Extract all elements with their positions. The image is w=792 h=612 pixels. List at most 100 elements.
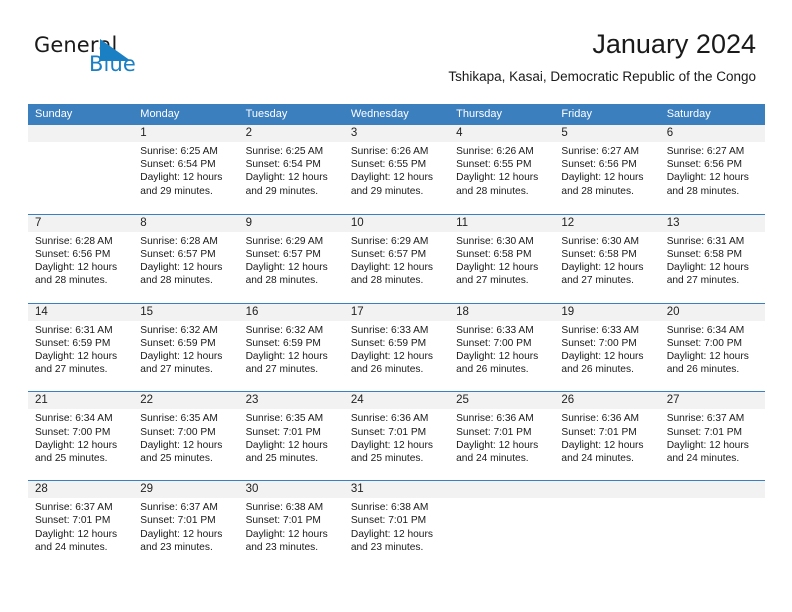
- daylight-text-line2: and 27 minutes.: [140, 364, 213, 376]
- day-details: Sunrise: 6:33 AM Sunset: 6:59 PM Dayligh…: [344, 321, 449, 377]
- day-cell[interactable]: 25 Sunrise: 6:36 AM Sunset: 7:01 PM Dayl…: [449, 392, 555, 481]
- day-cell[interactable]: 15 Sunrise: 6:32 AM Sunset: 6:59 PM Dayl…: [133, 303, 239, 392]
- day-cell[interactable]: 10 Sunrise: 6:29 AM Sunset: 6:57 PM Dayl…: [343, 214, 450, 303]
- day-cell[interactable]: 4 Sunrise: 6:26 AM Sunset: 6:55 PM Dayli…: [449, 125, 555, 214]
- day-cell[interactable]: 13 Sunrise: 6:31 AM Sunset: 6:58 PM Dayl…: [659, 214, 765, 303]
- day-details: Sunrise: 6:33 AM Sunset: 7:00 PM Dayligh…: [554, 321, 659, 377]
- day-number-band: [659, 481, 765, 499]
- day-cell[interactable]: 2 Sunrise: 6:25 AM Sunset: 6:54 PM Dayli…: [238, 125, 344, 214]
- sunset-text: Sunset: 7:01 PM: [561, 426, 637, 438]
- day-number: 2: [245, 127, 252, 139]
- daylight-text-line1: Daylight: 12 hours: [666, 262, 749, 274]
- day-number-band: 26: [554, 392, 660, 410]
- day-cell[interactable]: 3 Sunrise: 6:26 AM Sunset: 6:55 PM Dayli…: [343, 125, 450, 214]
- day-cell[interactable]: 27 Sunrise: 6:37 AM Sunset: 7:01 PM Dayl…: [659, 392, 765, 481]
- calendar-grid: Sunday Monday Tuesday Wednesday Thursday…: [28, 104, 765, 569]
- day-cell[interactable]: 17 Sunrise: 6:33 AM Sunset: 6:59 PM Dayl…: [343, 303, 450, 392]
- day-number: 25: [456, 394, 469, 407]
- day-cell: [449, 481, 555, 569]
- week-row: 1 Sunrise: 6:25 AM Sunset: 6:54 PM Dayli…: [28, 125, 765, 214]
- day-cell[interactable]: 7 Sunrise: 6:28 AM Sunset: 6:56 PM Dayli…: [28, 214, 134, 303]
- day-cell[interactable]: 11 Sunrise: 6:30 AM Sunset: 6:58 PM Dayl…: [449, 214, 555, 303]
- page-subtitle: Tshikapa, Kasai, Democratic Republic of …: [448, 69, 756, 84]
- day-cell[interactable]: 14 Sunrise: 6:31 AM Sunset: 6:59 PM Dayl…: [28, 303, 134, 392]
- daylight-text-line1: Daylight: 12 hours: [245, 439, 328, 451]
- sunrise-text: Sunrise: 6:32 AM: [140, 324, 218, 336]
- weekday-header-row: Sunday Monday Tuesday Wednesday Thursday…: [28, 104, 765, 125]
- daylight-text-line2: and 26 minutes.: [666, 364, 740, 376]
- sunrise-text: Sunrise: 6:37 AM: [35, 502, 113, 514]
- day-number-band: 2: [238, 125, 344, 142]
- daylight-text-line1: Daylight: 12 hours: [666, 172, 749, 184]
- day-cell[interactable]: 22 Sunrise: 6:35 AM Sunset: 7:00 PM Dayl…: [133, 392, 239, 481]
- day-number: 20: [666, 305, 680, 318]
- day-cell[interactable]: 5 Sunrise: 6:27 AM Sunset: 6:56 PM Dayli…: [554, 125, 660, 214]
- day-cell[interactable]: 12 Sunrise: 6:30 AM Sunset: 6:58 PM Dayl…: [554, 214, 660, 303]
- day-cell[interactable]: 9 Sunrise: 6:29 AM Sunset: 6:57 PM Dayli…: [238, 214, 344, 303]
- daylight-text-line1: Daylight: 12 hours: [140, 528, 223, 540]
- day-cell[interactable]: 19 Sunrise: 6:33 AM Sunset: 7:00 PM Dayl…: [554, 303, 660, 392]
- daylight-text-line1: Daylight: 12 hours: [666, 351, 749, 362]
- daylight-text-line1: Daylight: 12 hours: [140, 351, 223, 362]
- weekday-header-friday: Friday: [561, 108, 592, 120]
- day-number-band: 8: [133, 214, 239, 232]
- day-number: 12: [561, 216, 575, 229]
- day-cell[interactable]: 26 Sunrise: 6:36 AM Sunset: 7:01 PM Dayl…: [554, 392, 660, 481]
- day-number-band: 23: [238, 392, 344, 410]
- daylight-text-line2: and 24 minutes.: [561, 453, 634, 464]
- day-cell[interactable]: 28 Sunrise: 6:37 AM Sunset: 7:01 PM Dayl…: [28, 481, 134, 569]
- day-cell[interactable]: 24 Sunrise: 6:36 AM Sunset: 7:01 PM Dayl…: [343, 392, 450, 481]
- day-cell[interactable]: 23 Sunrise: 6:35 AM Sunset: 7:01 PM Dayl…: [238, 392, 344, 481]
- day-number: 23: [245, 394, 259, 407]
- daylight-text-line2: and 25 minutes.: [245, 453, 319, 464]
- sunrise-text: Sunrise: 6:36 AM: [456, 413, 534, 425]
- daylight-text-line2: and 24 minutes.: [456, 453, 529, 464]
- daylight-text-line1: Daylight: 12 hours: [666, 439, 749, 451]
- daylight-text-line1: Daylight: 12 hours: [245, 528, 328, 540]
- weekday-header-monday: Monday: [140, 108, 180, 120]
- day-cell[interactable]: 18 Sunrise: 6:33 AM Sunset: 7:00 PM Dayl…: [449, 303, 555, 392]
- day-cell[interactable]: 30 Sunrise: 6:38 AM Sunset: 7:01 PM Dayl…: [238, 481, 344, 569]
- sunrise-text: Sunrise: 6:28 AM: [140, 235, 218, 247]
- sunrise-text: Sunrise: 6:27 AM: [561, 146, 639, 157]
- sunset-text: Sunset: 7:01 PM: [350, 515, 427, 527]
- day-cell[interactable]: 8 Sunrise: 6:28 AM Sunset: 6:57 PM Dayli…: [133, 214, 239, 303]
- day-details: Sunrise: 6:30 AM Sunset: 6:58 PM Dayligh…: [554, 232, 659, 288]
- day-details: Sunrise: 6:28 AM Sunset: 6:56 PM Dayligh…: [28, 232, 133, 288]
- day-details: Sunrise: 6:37 AM Sunset: 7:01 PM Dayligh…: [660, 409, 765, 465]
- day-number: 17: [350, 305, 364, 318]
- day-details: [660, 498, 765, 501]
- day-number-band: 13: [659, 214, 765, 232]
- day-number-band: 21: [28, 392, 134, 410]
- daylight-text-line1: Daylight: 12 hours: [456, 351, 539, 362]
- day-cell[interactable]: 21 Sunrise: 6:34 AM Sunset: 7:00 PM Dayl…: [28, 392, 134, 481]
- day-cell[interactable]: 31 Sunrise: 6:38 AM Sunset: 7:01 PM Dayl…: [343, 481, 450, 569]
- sunset-text: Sunset: 7:01 PM: [456, 426, 532, 438]
- day-number-band: 4: [449, 125, 555, 142]
- day-number: 29: [140, 483, 154, 496]
- day-details: Sunrise: 6:36 AM Sunset: 7:01 PM Dayligh…: [344, 409, 449, 465]
- daylight-text-line2: and 28 minutes.: [666, 185, 740, 197]
- day-details: Sunrise: 6:34 AM Sunset: 7:00 PM Dayligh…: [28, 409, 133, 465]
- daylight-text-line2: and 28 minutes.: [245, 275, 319, 287]
- day-cell[interactable]: 1 Sunrise: 6:25 AM Sunset: 6:54 PM Dayli…: [133, 125, 239, 214]
- sunset-text: Sunset: 6:56 PM: [666, 159, 743, 171]
- day-cell[interactable]: 29 Sunrise: 6:37 AM Sunset: 7:01 PM Dayl…: [133, 481, 239, 569]
- sunrise-text: Sunrise: 6:36 AM: [350, 413, 429, 425]
- brand-logo[interactable]: General Blue: [34, 33, 244, 87]
- daylight-text-line1: Daylight: 12 hours: [350, 172, 433, 184]
- day-number: 26: [561, 394, 575, 407]
- daylight-text-line2: and 27 minutes.: [561, 275, 634, 287]
- day-number-band: 28: [28, 481, 134, 499]
- day-cell[interactable]: 6 Sunrise: 6:27 AM Sunset: 6:56 PM Dayli…: [659, 125, 765, 214]
- sunrise-text: Sunrise: 6:32 AM: [245, 324, 324, 336]
- daylight-text-line1: Daylight: 12 hours: [35, 528, 118, 540]
- day-cell[interactable]: 16 Sunrise: 6:32 AM Sunset: 6:59 PM Dayl…: [238, 303, 344, 392]
- day-number-band: [28, 125, 134, 142]
- day-cell[interactable]: 20 Sunrise: 6:34 AM Sunset: 7:00 PM Dayl…: [659, 303, 765, 392]
- daylight-text-line2: and 26 minutes.: [350, 364, 424, 376]
- daylight-text-line2: and 23 minutes.: [245, 541, 319, 553]
- weekday-header-thursday: Thursday: [456, 108, 502, 120]
- sunset-text: Sunset: 6:57 PM: [350, 249, 427, 260]
- daylight-text-line2: and 24 minutes.: [35, 541, 108, 553]
